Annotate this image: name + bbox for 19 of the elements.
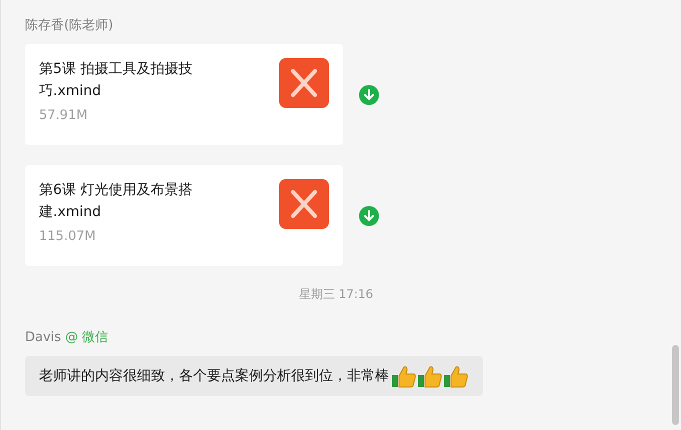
xmind-file-icon [279,179,329,229]
download-icon[interactable] [359,206,379,226]
file-name: 第5课 拍摄工具及拍摄技巧.xmind [39,60,194,101]
download-icon[interactable] [359,84,379,104]
file-name: 第6课 灯光使用及布景搭建.xmind [39,181,194,222]
sender-name: Davis [25,329,62,347]
thumbs-up-icon [417,364,443,388]
sender-name: 陈存香(陈老师) [25,17,114,35]
message-text: 老师讲的内容很细致，各个要点案例分析很到位，非常棒 [39,367,389,385]
timestamp: 星期三 17:16 [298,287,374,301]
thumbs-up-icon [391,364,417,388]
file-size: 115.07M [39,229,97,244]
thumbs-up-icon [443,364,469,388]
file-card[interactable]: 第6课 灯光使用及布景搭建.xmind 115.07M [25,165,343,266]
scrollbar[interactable] [672,345,679,425]
file-size: 57.91M [39,108,88,123]
file-card[interactable]: 第5课 拍摄工具及拍摄技巧.xmind 57.91M [25,44,343,145]
sender-source: @ 微信 [65,329,108,347]
xmind-file-icon [279,58,329,108]
